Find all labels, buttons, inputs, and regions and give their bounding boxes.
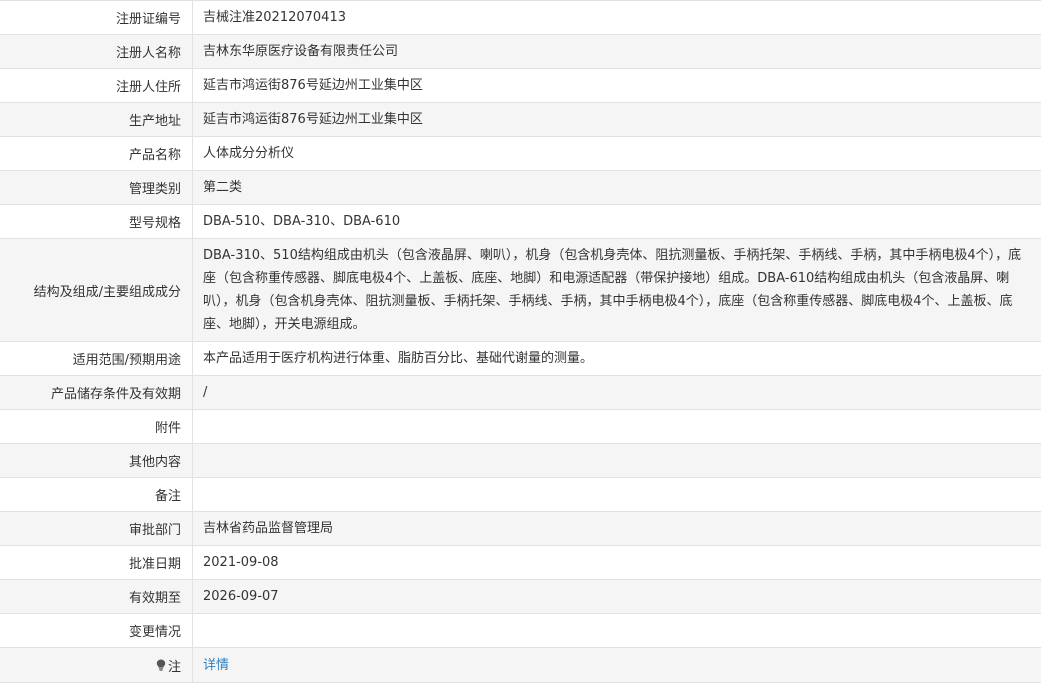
row-value [193, 478, 1041, 511]
row-label: 产品储存条件及有效期 [0, 376, 193, 409]
row-valid-until: 有效期至 2026-09-07 [0, 580, 1041, 614]
row-label: 变更情况 [0, 614, 193, 647]
row-registrant-name: 注册人名称 吉林东华原医疗设备有限责任公司 [0, 35, 1041, 69]
row-value [193, 444, 1041, 477]
details-link[interactable]: 详情 [203, 654, 229, 677]
row-value: 延吉市鸿运街876号延边州工业集中区 [203, 112, 423, 127]
row-label: 生产地址 [0, 103, 193, 136]
row-value: 人体成分分析仪 [203, 146, 295, 161]
row-label: 注册人名称 [0, 35, 193, 68]
row-registration-number: 注册证编号 吉械注准20212070413 [0, 1, 1041, 35]
row-label: 其他内容 [0, 444, 193, 477]
row-attachment: 附件 [0, 410, 1041, 444]
row-registrant-address: 注册人住所 延吉市鸿运街876号延边州工业集中区 [0, 69, 1041, 103]
row-label: 产品名称 [0, 137, 193, 170]
row-value: 吉械注准20212070413 [203, 10, 346, 25]
row-other-content: 其他内容 [0, 444, 1041, 478]
row-storage-validity: 产品储存条件及有效期 / [0, 376, 1041, 410]
row-label: 备注 [0, 478, 193, 511]
row-value: 吉林东华原医疗设备有限责任公司 [203, 44, 399, 59]
row-value: 详情 [193, 648, 1041, 682]
row-note: 注 详情 [0, 648, 1041, 683]
row-value: 本产品适用于医疗机构进行体重、脂肪百分比、基础代谢量的测量。 [203, 351, 594, 366]
row-approval-department: 审批部门 吉林省药品监督管理局 [0, 512, 1041, 546]
row-production-address: 生产地址 延吉市鸿运街876号延边州工业集中区 [0, 103, 1041, 137]
row-product-name: 产品名称 人体成分分析仪 [0, 137, 1041, 171]
row-label: 审批部门 [0, 512, 193, 545]
row-structure-composition: 结构及组成/主要组成成分 DBA-310、510结构组成由机头（包含液晶屏、喇叭… [0, 239, 1041, 342]
row-management-class: 管理类别 第二类 [0, 171, 1041, 205]
row-label: 结构及组成/主要组成成分 [0, 239, 193, 341]
row-value: 吉林省药品监督管理局 [203, 521, 334, 536]
row-value [193, 614, 1041, 647]
row-value: DBA-510、DBA-310、DBA-610 [203, 214, 401, 229]
row-approval-date: 批准日期 2021-09-08 [0, 546, 1041, 580]
row-label: 注册证编号 [0, 1, 193, 34]
row-value: 2026-09-07 [203, 589, 279, 604]
row-label: 有效期至 [0, 580, 193, 613]
row-value: / [203, 385, 208, 400]
row-value: 第二类 [203, 180, 243, 195]
row-label: 适用范围/预期用途 [0, 342, 193, 375]
row-intended-use: 适用范围/预期用途 本产品适用于医疗机构进行体重、脂肪百分比、基础代谢量的测量。 [0, 342, 1041, 376]
row-label: 注册人住所 [0, 69, 193, 102]
row-value: 2021-09-08 [203, 555, 279, 570]
row-label: 管理类别 [0, 171, 193, 204]
row-change-status: 变更情况 [0, 614, 1041, 648]
row-label: 注 [0, 648, 193, 682]
registration-detail-table: 注册证编号 吉械注准20212070413 注册人名称 吉林东华原医疗设备有限责… [0, 0, 1041, 683]
row-label: 附件 [0, 410, 193, 443]
lightbulb-icon [156, 659, 166, 671]
row-label: 型号规格 [0, 205, 193, 238]
note-label: 注 [167, 659, 181, 675]
row-value [193, 410, 1041, 443]
row-value: 延吉市鸿运街876号延边州工业集中区 [203, 78, 423, 93]
row-remarks: 备注 [0, 478, 1041, 512]
row-model-spec: 型号规格 DBA-510、DBA-310、DBA-610 [0, 205, 1041, 239]
row-value: DBA-310、510结构组成由机头（包含液晶屏、喇叭），机身（包含机身壳体、阻… [203, 248, 1022, 332]
row-label: 批准日期 [0, 546, 193, 579]
